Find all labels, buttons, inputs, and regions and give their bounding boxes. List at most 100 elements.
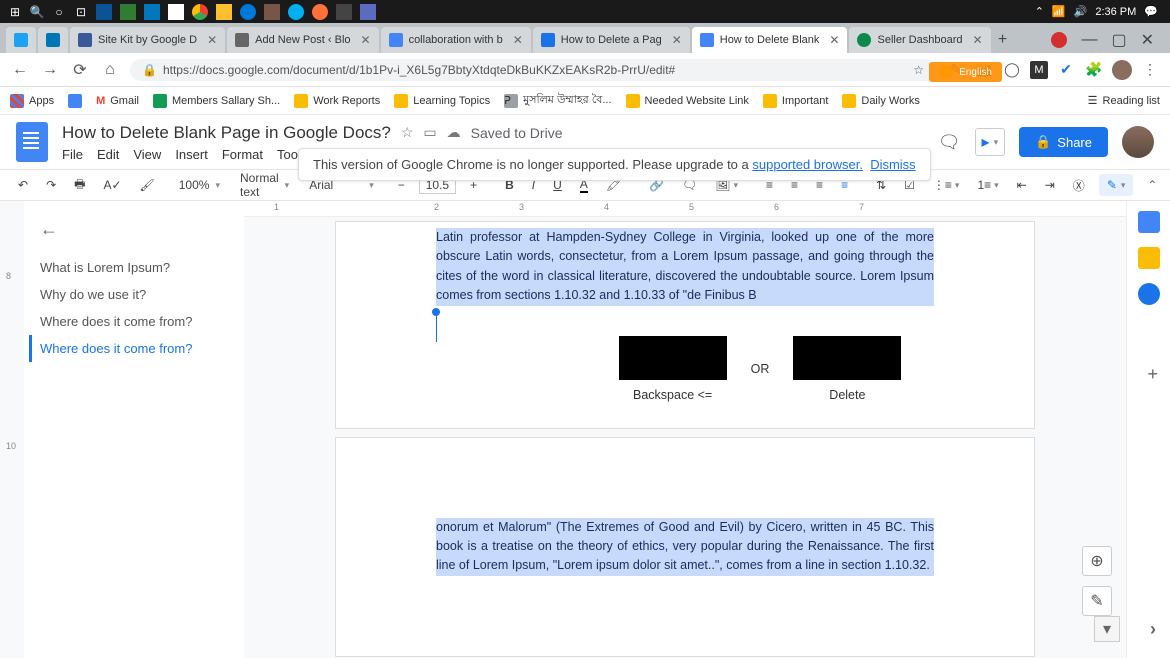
- present-button[interactable]: ▸▾: [975, 128, 1006, 156]
- tab[interactable]: How to Delete a Pag✕: [533, 27, 690, 53]
- menu-view[interactable]: View: [133, 147, 161, 162]
- show-side-panel-icon[interactable]: ›: [1150, 619, 1156, 640]
- cortana-icon[interactable]: ○: [48, 1, 70, 23]
- zoom-select[interactable]: 100%▾: [179, 178, 220, 192]
- bookmark-item[interactable]: Daily Works: [842, 94, 919, 108]
- document-page[interactable]: Latin professor at Hampden-Sydney Colleg…: [335, 221, 1035, 429]
- supported-browser-link[interactable]: supported browser.: [752, 157, 863, 172]
- language-widget[interactable]: English: [929, 62, 1002, 82]
- minimize-icon[interactable]: —: [1081, 31, 1097, 49]
- maximize-icon[interactable]: ▢: [1111, 30, 1126, 50]
- explore-plus-icon[interactable]: ⊕: [1082, 546, 1112, 576]
- user-avatar[interactable]: [1122, 126, 1154, 158]
- spellcheck-icon[interactable]: A✓: [99, 176, 125, 194]
- ext-circle-icon[interactable]: ◯: [1002, 60, 1022, 80]
- taskbar-app[interactable]: [140, 1, 164, 23]
- share-button[interactable]: 🔒Share: [1019, 127, 1108, 157]
- menu-format[interactable]: Format: [222, 147, 263, 162]
- ext-check-icon[interactable]: ✔: [1056, 60, 1076, 80]
- keep-icon[interactable]: [1138, 247, 1160, 269]
- close-icon[interactable]: ✕: [672, 33, 682, 47]
- outline-item[interactable]: What is Lorem Ipsum?: [40, 254, 234, 281]
- bookmark-item[interactable]: Work Reports: [294, 94, 380, 108]
- taskbar-edge[interactable]: [236, 1, 260, 23]
- explore-edit-icon[interactable]: ✎: [1082, 586, 1112, 616]
- style-select[interactable]: Normal text▾: [240, 171, 289, 199]
- close-icon[interactable]: ✕: [972, 33, 982, 47]
- wifi-icon[interactable]: 📶: [1052, 5, 1066, 18]
- ext-m-icon[interactable]: M: [1030, 61, 1048, 79]
- bookmark-apps[interactable]: Apps: [10, 94, 54, 108]
- star-icon[interactable]: ☆: [913, 63, 924, 77]
- redo-icon[interactable]: ↷: [42, 176, 60, 194]
- tasks-icon[interactable]: [1138, 283, 1160, 305]
- calendar-icon[interactable]: [1138, 211, 1160, 233]
- menu-insert[interactable]: Insert: [175, 147, 208, 162]
- clock[interactable]: 2:36 PM: [1095, 6, 1136, 18]
- tab[interactable]: [38, 27, 68, 53]
- volume-icon[interactable]: 🔊: [1074, 5, 1088, 18]
- taskbar-app[interactable]: [116, 1, 140, 23]
- move-icon[interactable]: ▭: [423, 124, 436, 141]
- bookmark-item[interactable]: Members Sallary Sh...: [153, 94, 280, 108]
- bookmark-gmail[interactable]: MGmail: [96, 95, 139, 107]
- paint-format-icon[interactable]: 🖌: [136, 176, 159, 194]
- collapse-icon[interactable]: ⌃: [1143, 176, 1161, 194]
- close-icon[interactable]: ✕: [829, 33, 839, 47]
- outline-item[interactable]: Why do we use it?: [40, 281, 234, 308]
- taskview-icon[interactable]: ⊡: [70, 1, 92, 23]
- taskbar-app[interactable]: [212, 1, 236, 23]
- increase-indent-icon[interactable]: ⇥: [1041, 176, 1059, 194]
- numbered-list-icon[interactable]: 1≡▾: [973, 176, 1002, 194]
- decrease-indent-icon[interactable]: ⇤: [1013, 176, 1031, 194]
- new-tab-button[interactable]: +: [993, 30, 1013, 50]
- home-icon[interactable]: ⌂: [100, 61, 120, 79]
- search-icon[interactable]: 🔍: [26, 1, 48, 23]
- reload-icon[interactable]: ⟳: [70, 60, 90, 80]
- add-addon-icon[interactable]: +: [1147, 364, 1158, 385]
- start-icon[interactable]: ⊞: [4, 1, 26, 23]
- bullet-list-icon[interactable]: ⋮≡▾: [929, 176, 964, 194]
- forward-icon[interactable]: →: [40, 61, 60, 79]
- tab-active[interactable]: How to Delete Blank✕: [692, 27, 848, 53]
- document-page[interactable]: onorum et Malorum" (The Extremes of Good…: [335, 437, 1035, 657]
- tab[interactable]: Add New Post ‹ Blo✕: [227, 27, 378, 53]
- notifications-icon[interactable]: 💬: [1144, 5, 1158, 18]
- close-window-icon[interactable]: ✕: [1141, 30, 1154, 50]
- document-paragraph[interactable]: onorum et Malorum" (The Extremes of Good…: [436, 518, 934, 576]
- bookmark-item[interactable]: Important: [763, 94, 828, 108]
- cloud-icon[interactable]: ☁: [447, 124, 461, 141]
- bookmark-item[interactable]: Needed Website Link: [626, 94, 749, 108]
- tab[interactable]: collaboration with b✕: [381, 27, 531, 53]
- document-paragraph[interactable]: Latin professor at Hampden-Sydney Colleg…: [436, 228, 934, 306]
- taskbar-app[interactable]: [164, 1, 188, 23]
- undo-icon[interactable]: ↶: [14, 176, 32, 194]
- reading-list-button[interactable]: ☰Reading list: [1088, 94, 1160, 107]
- bookmark-item[interactable]: [68, 94, 82, 108]
- tab[interactable]: Seller Dashboard✕: [849, 27, 990, 53]
- bookmark-item[interactable]: Learning Topics: [394, 94, 490, 108]
- stop-recording-icon[interactable]: [1051, 32, 1067, 48]
- outline-back-icon[interactable]: ←: [40, 219, 234, 240]
- outline-item[interactable]: Where does it come from?: [40, 308, 234, 335]
- taskbar-chrome[interactable]: [188, 1, 212, 23]
- document-title[interactable]: How to Delete Blank Page in Google Docs?: [62, 123, 391, 143]
- taskbar-firefox[interactable]: [308, 1, 332, 23]
- bookmark-item[interactable]: ᕈমুসলিম উম্মাহর বৈ...: [504, 91, 611, 110]
- comments-icon[interactable]: 🗨: [938, 132, 961, 153]
- menu-file[interactable]: File: [62, 147, 83, 162]
- taskbar-app[interactable]: [92, 1, 116, 23]
- star-icon[interactable]: ☆: [401, 124, 414, 141]
- editing-mode-button[interactable]: ✎▾: [1099, 174, 1134, 196]
- taskbar-app[interactable]: [332, 1, 356, 23]
- tab[interactable]: [6, 27, 36, 53]
- url-input[interactable]: 🔒 https://docs.google.com/document/d/1b1…: [130, 59, 936, 81]
- menu-edit[interactable]: Edit: [97, 147, 119, 162]
- menu-icon[interactable]: ⋮: [1140, 60, 1160, 80]
- back-icon[interactable]: ←: [10, 61, 30, 79]
- docs-logo-icon[interactable]: [16, 122, 48, 162]
- chevron-up-icon[interactable]: ⌃: [1035, 5, 1044, 18]
- page-scroll-area[interactable]: 1 2 3 4 5 6 7 Latin professor at Hampden…: [244, 201, 1126, 658]
- close-icon[interactable]: ✕: [207, 33, 217, 47]
- profile-icon[interactable]: [1112, 60, 1132, 80]
